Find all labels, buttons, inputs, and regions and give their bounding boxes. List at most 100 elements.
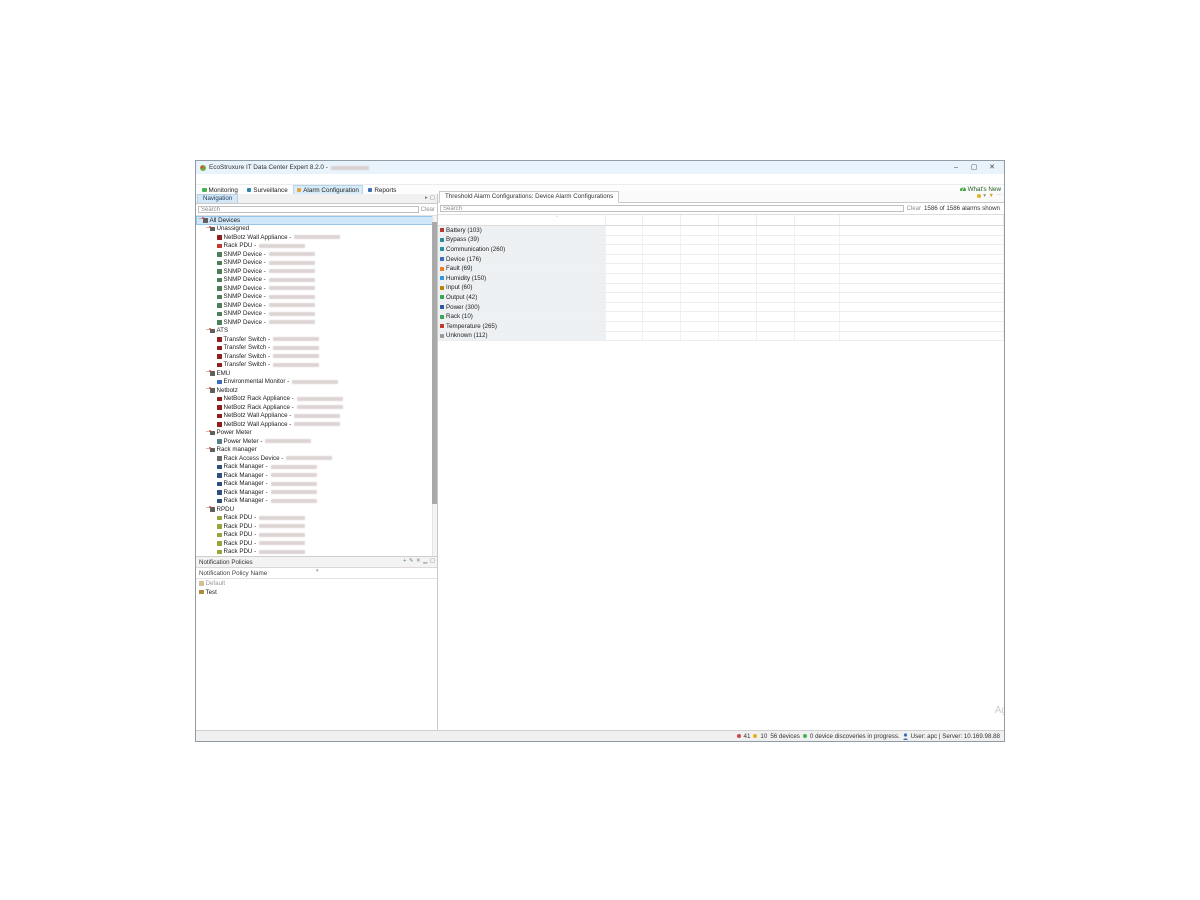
column-header[interactable] (840, 215, 1004, 225)
device-tree-row[interactable]: − NetBotz Wall Appliance - (196, 420, 437, 429)
device-tree-row[interactable]: − Environmental Monitor - (196, 378, 437, 387)
alarm-search-input[interactable] (440, 205, 904, 212)
device-tree-row[interactable]: − Transfer Switch - (196, 335, 437, 344)
device-type-icon (210, 431, 215, 436)
tree-scrollbar-thumb[interactable] (432, 222, 437, 504)
device-tree-row[interactable]: − NetBotz Wall Appliance - (196, 233, 437, 242)
alarm-clear-button[interactable]: Clear (907, 206, 921, 212)
device-tree-row[interactable]: − SNMP Device - (196, 310, 437, 319)
device-tree-row[interactable]: − SNMP Device - (196, 276, 437, 285)
alarm-category-row[interactable]: Input (60) (438, 284, 1004, 294)
column-header[interactable] (795, 215, 840, 225)
device-tree-row[interactable]: − Rack PDU - (196, 522, 437, 531)
alarm-category-row[interactable]: Fault (69) (438, 264, 1004, 274)
view-menu-icon[interactable]: ▾ (983, 193, 986, 199)
alarm-category-row[interactable]: Device (176) (438, 255, 1004, 265)
device-tree-row[interactable]: − SNMP Device - (196, 301, 437, 310)
policy-name-column-header[interactable]: Notification Policy Name ▾ (196, 568, 437, 579)
redacted-server-address (331, 166, 369, 170)
tab-navigation[interactable]: Navigation (197, 194, 238, 203)
device-tree-row[interactable]: − SNMP Device - (196, 250, 437, 259)
alarm-category-row[interactable]: Temperature (265) (438, 322, 1004, 332)
device-tree-row[interactable]: − Rack Access Device - (196, 454, 437, 463)
redacted-ip-address (294, 414, 340, 418)
column-header[interactable] (438, 215, 606, 225)
device-tree-row[interactable]: − SNMP Device - (196, 293, 437, 302)
device-tree-row[interactable]: − RPDU (196, 505, 437, 514)
app-window: EcoStruxure IT Data Center Expert 8.2.0 … (195, 160, 1005, 742)
redacted-ip-address (273, 354, 319, 358)
alarm-category-row[interactable]: Output (42) (438, 293, 1004, 303)
notification-policy-row[interactable]: Test (196, 588, 437, 597)
device-tree-row[interactable]: − Rack Manager - (196, 488, 437, 497)
device-label: Rack Manager - (224, 472, 268, 479)
device-type-icon (210, 388, 215, 393)
alarm-category-label: Fault (69) (446, 265, 472, 272)
more-options-icon[interactable]: ⋯ (997, 193, 1003, 199)
device-label: Rack PDU - (224, 548, 257, 555)
device-tree-row[interactable]: − Transfer Switch - (196, 361, 437, 370)
delete-policy-icon[interactable]: ✕ (416, 558, 421, 564)
device-tree-row[interactable]: − Transfer Switch - (196, 344, 437, 353)
close-button[interactable]: ✕ (984, 162, 1000, 174)
device-tree-row[interactable]: − Rack PDU - (196, 539, 437, 548)
device-tree-row[interactable]: − Rack PDU - (196, 531, 437, 540)
device-tree-row[interactable]: − SNMP Device - (196, 259, 437, 268)
device-tree-row[interactable]: − Rack PDU - (196, 514, 437, 523)
column-header[interactable] (606, 215, 643, 225)
device-tree-row[interactable]: − NetBotz Wall Appliance - (196, 412, 437, 421)
column-header[interactable] (643, 215, 681, 225)
device-tree-row[interactable]: − Transfer Switch - (196, 352, 437, 361)
device-tree-row[interactable]: − Netbotz (196, 386, 437, 395)
alarm-category-row[interactable]: Rack (10) (438, 312, 1004, 322)
device-tree-row[interactable]: − Rack PDU - (196, 242, 437, 251)
device-tree-row[interactable]: − ATS (196, 327, 437, 336)
device-tree-row[interactable]: − SNMP Device - (196, 267, 437, 276)
notification-policy-row[interactable]: Default (196, 579, 437, 588)
add-policy-icon[interactable]: + (403, 558, 406, 564)
alarm-category-row[interactable]: Unknown (112) (438, 332, 1004, 342)
edit-policy-icon[interactable]: ✎ (409, 558, 414, 564)
maximize-button[interactable]: ▢ (966, 162, 982, 174)
device-tree-row[interactable]: − SNMP Device - (196, 284, 437, 293)
device-tree-row[interactable]: − Rack PDU - (196, 548, 437, 557)
minimize-button[interactable]: – (948, 162, 964, 174)
device-label: Rack PDU - (224, 523, 257, 530)
device-tree-row[interactable]: − Power Meter (196, 429, 437, 438)
tree-scrollbar[interactable] (432, 216, 437, 556)
column-header[interactable] (719, 215, 757, 225)
sort-indicator-icon: ▾ (316, 568, 319, 574)
filter-icon[interactable]: ▼ (989, 193, 994, 199)
minimize-view-icon[interactable]: ▁ (423, 558, 427, 564)
device-tree-row[interactable]: − Power Meter - (196, 437, 437, 446)
maximize-view-icon[interactable]: ▢ (430, 195, 435, 201)
alarm-category-icon (440, 295, 444, 299)
device-tree-row[interactable]: − Rack Manager - (196, 463, 437, 472)
filter-active-icon[interactable] (977, 194, 981, 198)
alarm-category-row[interactable]: Communication (260) (438, 245, 1004, 255)
alarm-search-row: Clear 1586 of 1586 alarms shown (438, 203, 1004, 215)
device-tree-row[interactable]: − Rack Manager - (196, 497, 437, 506)
alarm-category-row[interactable]: Bypass (39) (438, 236, 1004, 246)
column-header[interactable] (681, 215, 719, 225)
tab-threshold-alarm-configurations[interactable]: Threshold Alarm Configurations: Device A… (439, 191, 619, 203)
device-search-clear-button[interactable]: Clear (421, 207, 435, 213)
device-tree-row[interactable]: − All Devices (196, 216, 437, 225)
maximize-view-icon[interactable]: ▢ (430, 558, 435, 564)
device-tree-row[interactable]: − Rack Manager - (196, 480, 437, 489)
alarm-category-row[interactable]: Power (300) (438, 303, 1004, 313)
alarm-category-row[interactable]: Humidity (150) (438, 274, 1004, 284)
device-tree-row[interactable]: − EMU (196, 369, 437, 378)
detach-view-icon[interactable]: ▸ (425, 195, 428, 201)
device-label: SNMP Device - (224, 319, 266, 326)
column-header[interactable] (757, 215, 795, 225)
device-tree-row[interactable]: − SNMP Device - (196, 318, 437, 327)
device-tree-row[interactable]: − Rack Manager - (196, 471, 437, 480)
device-tree-row[interactable]: − Unassigned (196, 225, 437, 234)
device-tree-row[interactable]: − NetBotz Rack Appliance - (196, 403, 437, 412)
title-bar[interactable]: EcoStruxure IT Data Center Expert 8.2.0 … (196, 161, 1004, 174)
device-search-input[interactable] (198, 206, 419, 213)
device-tree-row[interactable]: − Rack manager (196, 446, 437, 455)
alarm-category-row[interactable]: Battery (103) (438, 226, 1004, 236)
device-tree-row[interactable]: − NetBotz Rack Appliance - (196, 395, 437, 404)
